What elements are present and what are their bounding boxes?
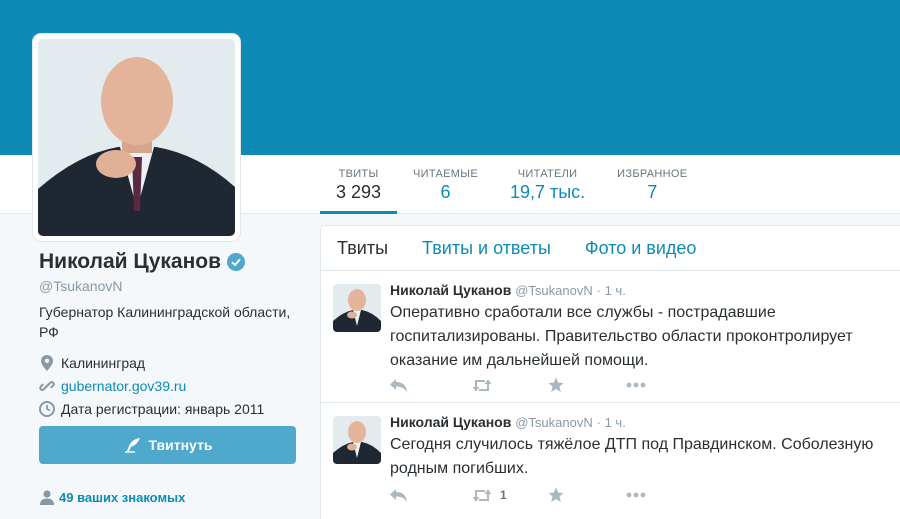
compose-quill-icon	[124, 438, 140, 453]
stat-label: ЧИТАТЕЛИ	[517, 168, 578, 180]
tab-tweets-and-replies[interactable]: Твиты и ответы	[422, 238, 551, 259]
tweet-author-photo	[333, 416, 381, 464]
profile-location: Калининград	[39, 351, 299, 374]
timeline: Твиты Твиты и ответы Фото и видео Никола…	[320, 225, 900, 519]
joined-text: Дата регистрации: январь 2011	[61, 400, 265, 417]
more-dots-icon	[626, 492, 646, 498]
stat-value: 19,7 тыс.	[509, 182, 586, 202]
tweet-header: Николай Цуканов @TsukanovN · 1 ч.	[390, 282, 626, 298]
profile-bio: Губернатор Калининградской области, РФ	[39, 304, 291, 340]
stat-label: ТВИТЫ	[338, 168, 379, 180]
stat-following[interactable]: ЧИТАЕМЫЕ 6	[397, 155, 494, 214]
retweet-button[interactable]: 1	[472, 488, 548, 502]
tweet-header: Николай Цуканов @TsukanovN · 1 ч.	[390, 414, 626, 430]
stat-favorites[interactable]: ИЗБРАННОЕ 7	[601, 155, 703, 214]
tweet-avatar[interactable]	[333, 416, 381, 464]
link-icon	[39, 378, 55, 394]
more-button[interactable]	[626, 382, 646, 388]
tweet-author-name[interactable]: Николай Цуканов	[390, 414, 511, 430]
tweet-actions: 1	[390, 487, 646, 503]
tweet-to-button-label: Твитнуть	[148, 437, 213, 453]
tweet-author-handle[interactable]: @TsukanovN	[515, 283, 593, 298]
more-dots-icon	[626, 382, 646, 388]
reply-button[interactable]	[390, 378, 472, 392]
tweet-author-handle[interactable]: @TsukanovN	[515, 415, 593, 430]
tab-tweets[interactable]: Твиты	[337, 238, 388, 259]
tweet-text: Сегодня случилось тяжёлое ДТП под Правди…	[390, 436, 874, 477]
clock-icon	[39, 400, 55, 417]
tab-photos-and-videos[interactable]: Фото и видео	[585, 238, 697, 259]
tweet-item[interactable]: Николай Цуканов @TsukanovN · 1 ч. Сегодн…	[321, 403, 900, 519]
tweet-timestamp[interactable]: · 1 ч.	[597, 415, 626, 430]
stat-value: 3 293	[336, 182, 382, 202]
profile-photo	[38, 39, 235, 236]
profile-meta: Калининград gubernator.gov39.ru Дата рег…	[39, 351, 299, 420]
profile-avatar[interactable]	[33, 34, 240, 241]
stat-followers[interactable]: ЧИТАТЕЛИ 19,7 тыс.	[494, 155, 601, 214]
stat-value: 7	[647, 182, 658, 202]
favorite-button[interactable]	[548, 487, 626, 503]
tweet-author-name[interactable]: Николай Цуканов	[390, 282, 511, 298]
profile-name[interactable]: Николай Цуканов	[39, 250, 221, 274]
stat-tweets[interactable]: ТВИТЫ 3 293	[320, 155, 398, 214]
person-icon	[40, 490, 54, 505]
retweet-icon	[472, 379, 492, 391]
tweet-actions	[390, 377, 646, 393]
profile-name-row: Николай Цуканов	[39, 250, 299, 274]
profile-joined: Дата регистрации: январь 2011	[39, 397, 299, 420]
stat-label: ЧИТАЕМЫЕ	[413, 168, 478, 180]
stat-value: 6	[440, 182, 451, 202]
tweet-author-photo	[333, 284, 381, 332]
tweet-to-button[interactable]: Твитнуть	[39, 426, 296, 464]
location-pin-icon	[39, 354, 55, 371]
star-icon	[548, 487, 564, 502]
reply-icon	[390, 378, 407, 392]
website-link[interactable]: gubernator.gov39.ru	[61, 378, 186, 394]
retweet-button[interactable]	[472, 379, 548, 392]
retweet-icon	[472, 489, 492, 501]
timeline-tabs: Твиты Твиты и ответы Фото и видео	[321, 226, 900, 271]
profile-handle: @TsukanovN	[39, 278, 123, 294]
tweet-text: Оперативно сработали все службы - постра…	[390, 304, 853, 369]
followers-you-know[interactable]: 49 ваших знакомых	[39, 489, 185, 505]
tweet-item[interactable]: Николай Цуканов @TsukanovN · 1 ч. Операт…	[321, 271, 900, 403]
more-button[interactable]	[626, 492, 646, 498]
star-icon	[548, 377, 564, 392]
profile-stats: ТВИТЫ 3 293 ЧИТАЕМЫЕ 6 ЧИТАТЕЛИ 19,7 тыс…	[320, 155, 703, 214]
stat-label: ИЗБРАННОЕ	[617, 168, 688, 180]
reply-button[interactable]	[390, 488, 472, 502]
tweet-avatar[interactable]	[333, 284, 381, 332]
location-text: Калининград	[61, 354, 146, 371]
profile-card: Николай Цуканов @TsukanovN Губернатор Ка…	[39, 250, 299, 420]
followers-you-know-text: 49 ваших знакомых	[59, 489, 186, 505]
profile-website: gubernator.gov39.ru	[39, 374, 299, 397]
reply-icon	[390, 488, 407, 502]
favorite-button[interactable]	[548, 377, 626, 393]
retweet-count: 1	[500, 488, 507, 502]
tweet-timestamp[interactable]: · 1 ч.	[597, 283, 626, 298]
verified-badge-icon	[227, 253, 246, 271]
